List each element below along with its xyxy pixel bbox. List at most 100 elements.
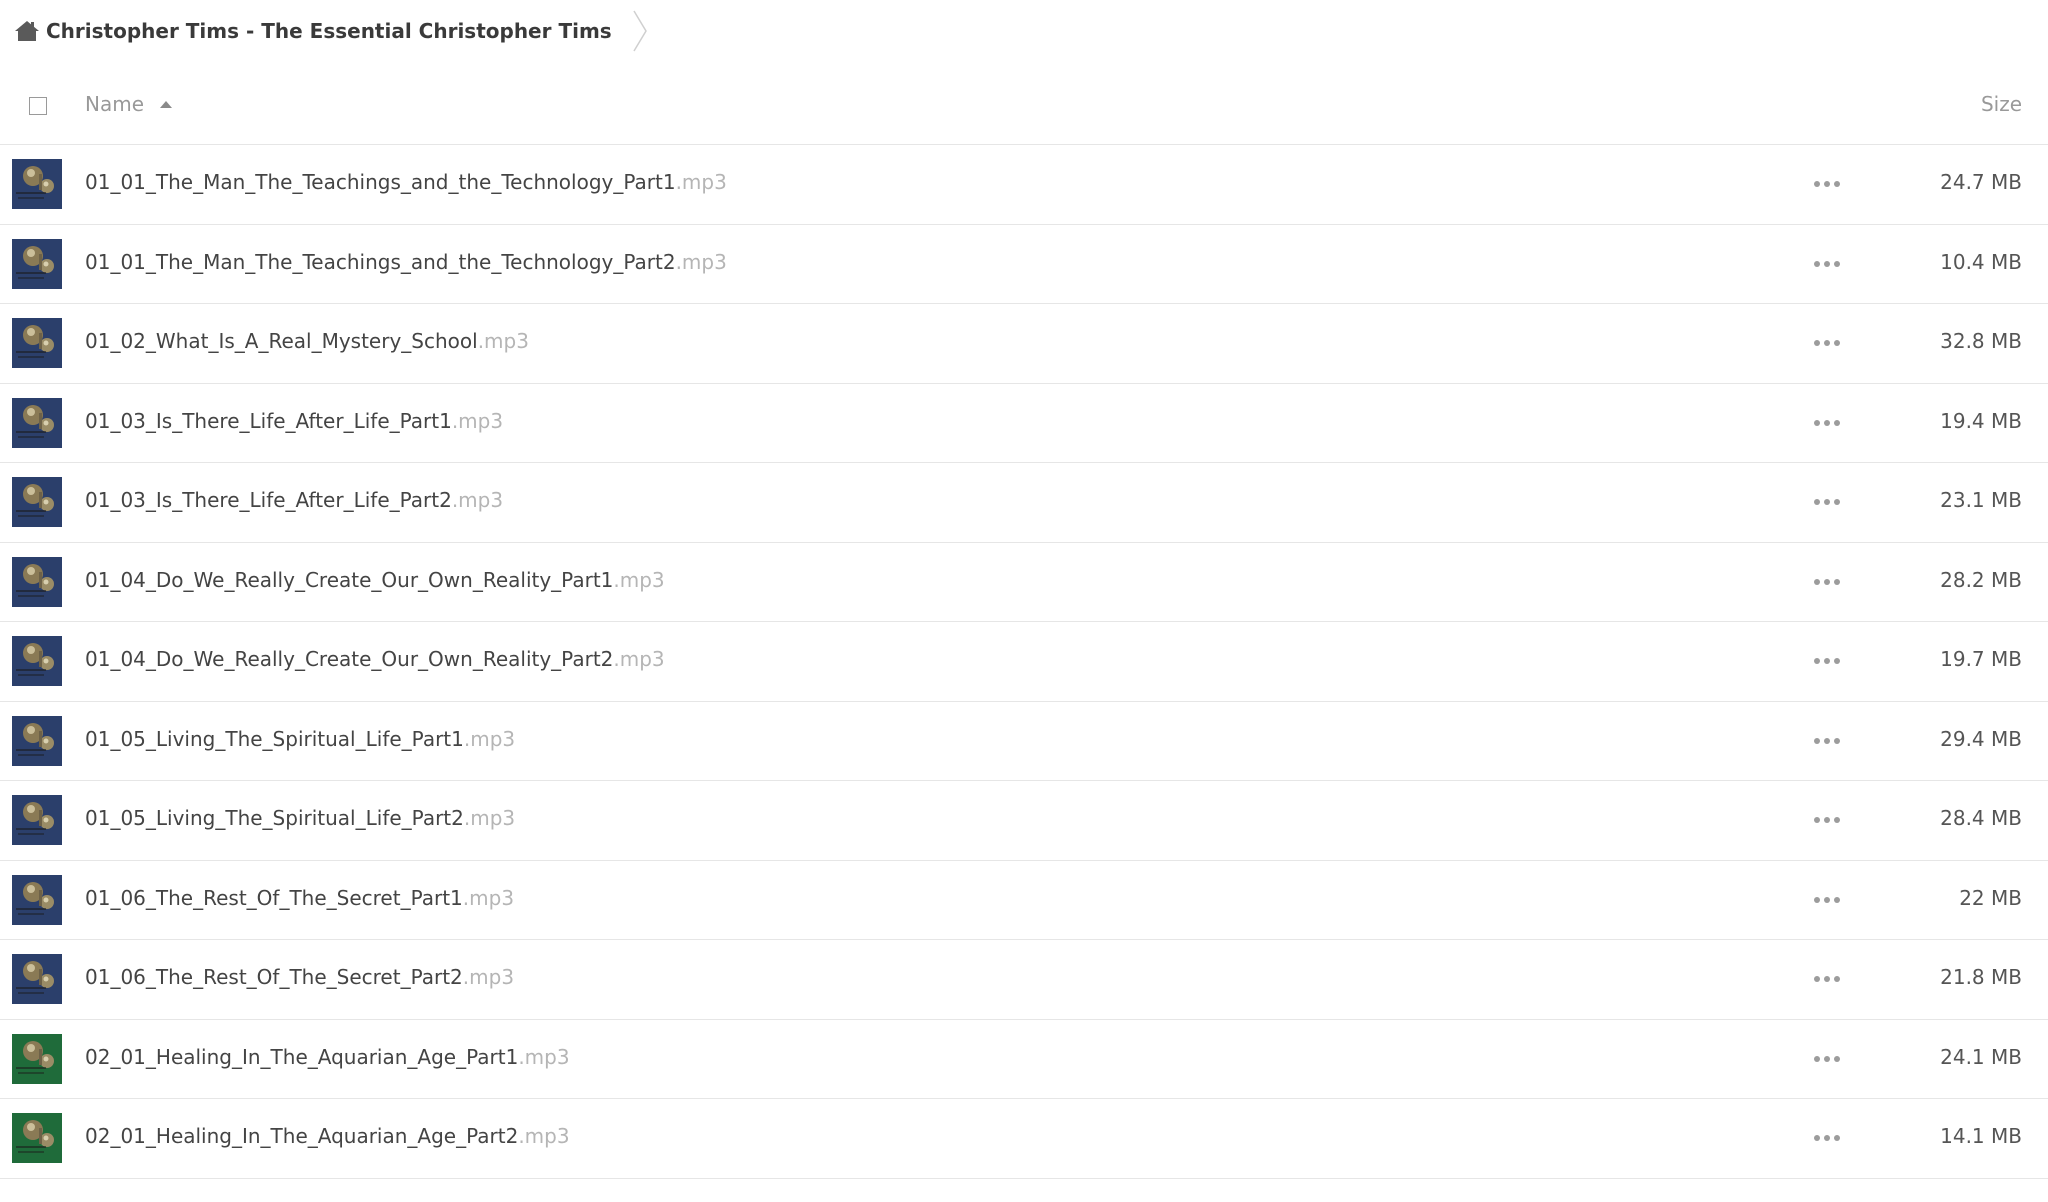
file-size: 29.4 MB [1940,726,2022,751]
name-column-header[interactable]: Name [85,92,173,116]
file-extension: .mp3 [518,1044,570,1069]
file-size: 28.2 MB [1940,567,2022,592]
sort-ascending-icon [160,100,173,108]
file-name[interactable]: 01_03_Is_There_Life_After_Life_Part2.mp3 [85,488,503,512]
more-options-icon[interactable] [1814,258,1840,270]
more-options-icon[interactable] [1814,178,1840,190]
file-size: 24.7 MB [1940,170,2022,194]
home-icon[interactable] [14,19,40,43]
list-header: Name Size [0,72,2048,145]
file-row[interactable]: 01_06_The_Rest_Of_The_Secret_Part2.mp3 21… [0,940,2048,1020]
audio-thumbnail-icon [12,238,62,289]
file-name[interactable]: 01_01_The_Man_The_Teachings_and_the_Tech… [85,170,727,194]
file-basename: 01_06_The_Rest_Of_The_Secret_Part1 [85,885,463,910]
file-name[interactable]: 01_03_Is_There_Life_After_Life_Part1.mp3 [85,409,503,433]
file-row[interactable]: 01_04_Do_We_Really_Create_Our_Own_Realit… [0,543,2048,622]
more-options-icon[interactable] [1814,814,1840,826]
file-name[interactable]: 01_04_Do_We_Really_Create_Our_Own_Realit… [85,568,665,592]
audio-thumbnail-icon [12,397,62,448]
breadcrumb-current-folder[interactable]: Christopher Tims - The Essential Christo… [46,19,612,43]
file-row[interactable]: 01_03_Is_There_Life_After_Life_Part2.mp3… [0,463,2048,543]
size-column-header[interactable]: Size [1981,92,2022,116]
audio-thumbnail-icon [12,636,62,686]
file-extension: .mp3 [613,647,665,671]
file-basename: 01_04_Do_We_Really_Create_Our_Own_Realit… [85,567,614,592]
file-size: 19.4 MB [1940,408,2022,433]
file-extension: .mp3 [463,806,516,830]
file-size: 24.1 MB [1940,1044,2022,1069]
more-options-icon[interactable] [1814,894,1840,906]
audio-thumbnail-icon [12,954,62,1004]
audio-thumbnail-icon [12,556,62,607]
file-name[interactable]: 01_06_The_Rest_Of_The_Secret_Part1.mp3 [85,886,514,910]
file-row[interactable]: 01_01_The_Man_The_Teachings_and_the_Tech… [0,225,2048,304]
more-options-icon[interactable] [1814,973,1840,985]
file-basename: 01_01_The_Man_The_Teachings_and_the_Tech… [85,249,676,274]
file-row[interactable]: 02_01_Healing_In_The_Aquarian_Age_Part1.… [0,1020,2048,1099]
file-name[interactable]: 01_01_The_Man_The_Teachings_and_the_Tech… [85,250,727,274]
audio-thumbnail-icon [12,1033,62,1084]
file-extension: .mp3 [477,329,529,353]
more-options-icon[interactable] [1814,735,1840,747]
file-basename: 01_03_Is_There_Life_After_Life_Part1 [85,408,452,433]
more-options-icon[interactable] [1814,655,1840,667]
file-row[interactable]: 01_05_Living_The_Spiritual_Life_Part1.mp… [0,702,2048,781]
audio-thumbnail-icon [12,715,62,766]
file-name[interactable]: 02_01_Healing_In_The_Aquarian_Age_Part2.… [85,1124,570,1148]
file-row[interactable]: 02_01_Healing_In_The_Aquarian_Age_Part2.… [0,1099,2048,1179]
select-all-checkbox[interactable] [29,97,47,115]
audio-thumbnail-icon [12,795,62,845]
file-basename: 01_05_Living_The_Spiritual_Life_Part2 [85,806,464,830]
file-size: 32.8 MB [1940,329,2022,353]
file-basename: 02_01_Healing_In_The_Aquarian_Age_Part2 [85,1124,519,1148]
file-row[interactable]: 01_05_Living_The_Spiritual_Life_Part2.mp… [0,781,2048,861]
file-row[interactable]: 01_02_What_Is_A_Real_Mystery_School.mp3 3… [0,304,2048,384]
more-options-icon[interactable] [1814,1053,1840,1065]
file-extension: .mp3 [518,1124,570,1148]
file-size: 22 MB [1959,885,2022,910]
file-name[interactable]: 01_06_The_Rest_Of_The_Secret_Part2.mp3 [85,965,514,989]
file-basename: 01_02_What_Is_A_Real_Mystery_School [85,329,478,353]
file-extension: .mp3 [451,408,504,433]
more-options-icon[interactable] [1814,576,1840,588]
file-size: 10.4 MB [1940,249,2022,274]
more-options-icon[interactable] [1814,1132,1840,1144]
file-name[interactable]: 02_01_Healing_In_The_Aquarian_Age_Part1.… [85,1045,570,1069]
file-size: 14.1 MB [1940,1124,2022,1148]
file-extension: .mp3 [675,249,727,274]
file-name[interactable]: 01_05_Living_The_Spiritual_Life_Part1.mp… [85,727,515,751]
file-extension: .mp3 [462,965,515,989]
audio-thumbnail-icon [12,159,62,209]
file-size: 19.7 MB [1940,647,2022,671]
file-extension: .mp3 [463,726,516,751]
audio-thumbnail-icon [12,318,62,368]
more-options-icon[interactable] [1814,337,1840,349]
more-options-icon[interactable] [1814,496,1840,508]
file-name[interactable]: 01_05_Living_The_Spiritual_Life_Part2.mp… [85,806,515,830]
file-extension: .mp3 [451,488,504,512]
file-basename: 01_03_Is_There_Life_After_Life_Part2 [85,488,452,512]
file-name[interactable]: 01_04_Do_We_Really_Create_Our_Own_Realit… [85,647,665,671]
file-basename: 01_06_The_Rest_Of_The_Secret_Part2 [85,965,463,989]
file-size: 23.1 MB [1940,488,2022,512]
file-extension: .mp3 [675,170,727,194]
more-options-icon[interactable] [1814,417,1840,429]
file-basename: 01_01_The_Man_The_Teachings_and_the_Tech… [85,170,676,194]
file-row[interactable]: 01_04_Do_We_Really_Create_Our_Own_Realit… [0,622,2048,702]
file-name[interactable]: 01_02_What_Is_A_Real_Mystery_School.mp3 [85,329,529,353]
file-basename: 02_01_Healing_In_The_Aquarian_Age_Part1 [85,1044,519,1069]
file-size: 21.8 MB [1940,965,2022,989]
file-size: 28.4 MB [1940,806,2022,830]
name-column-label: Name [85,92,145,116]
audio-thumbnail-icon [12,1113,62,1163]
file-basename: 01_04_Do_We_Really_Create_Our_Own_Realit… [85,647,614,671]
file-extension: .mp3 [613,567,665,592]
file-extension: .mp3 [462,885,515,910]
file-row[interactable]: 01_06_The_Rest_Of_The_Secret_Part1.mp3 22… [0,861,2048,940]
breadcrumb: Christopher Tims - The Essential Christo… [14,0,648,62]
file-row[interactable]: 01_01_The_Man_The_Teachings_and_the_Tech… [0,145,2048,225]
audio-thumbnail-icon [12,477,62,527]
file-list: 01_01_The_Man_The_Teachings_and_the_Tech… [0,145,2048,1179]
breadcrumb-separator-icon [632,9,648,53]
file-row[interactable]: 01_03_Is_There_Life_After_Life_Part1.mp3… [0,384,2048,463]
